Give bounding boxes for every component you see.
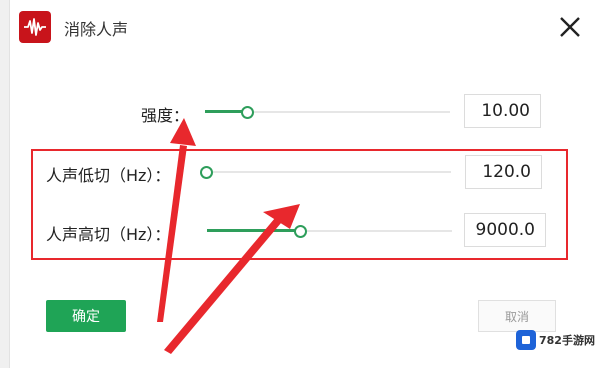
title-bar: 消除人声	[9, 0, 596, 58]
waveform-icon	[19, 11, 51, 43]
high-cut-slider[interactable]	[207, 225, 452, 238]
strength-slider[interactable]	[205, 106, 450, 119]
strength-slider-thumb[interactable]	[240, 106, 254, 119]
high-cut-label: 人声高切（Hz）：	[46, 225, 171, 244]
low-cut-label: 人声低切（Hz）：	[46, 166, 171, 185]
high-cut-value-field[interactable]: 9000.0	[464, 213, 546, 247]
strength-value-field[interactable]: 10.00	[464, 94, 541, 128]
site-watermark: 782手游网	[516, 328, 596, 352]
high-cut-slider-thumb[interactable]	[294, 225, 308, 238]
ok-button[interactable]: 确定	[46, 300, 126, 332]
watermark-logo-icon	[516, 330, 536, 350]
low-cut-slider[interactable]	[200, 166, 451, 179]
high-cut-slider-fill	[207, 229, 301, 232]
window-title: 消除人声	[64, 20, 129, 39]
low-cut-slider-thumb[interactable]	[200, 166, 213, 179]
close-icon[interactable]	[557, 14, 583, 40]
low-cut-value-field[interactable]: 120.0	[465, 155, 542, 189]
strength-label: 强度：	[141, 106, 190, 125]
vocal-removal-dialog: 消除人声 强度： 10.00 人声低切（Hz）： 120.0 人声高切（Hz）：…	[0, 0, 596, 368]
watermark-text: 782手游网	[539, 334, 595, 347]
